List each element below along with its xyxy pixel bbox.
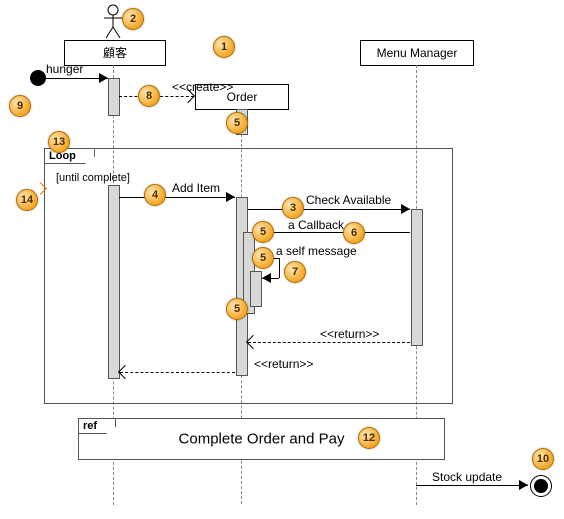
- callout-14: 14: [16, 189, 38, 211]
- msg-return1: <<return>>: [320, 327, 379, 341]
- callout-9: 9: [9, 95, 31, 117]
- arrow-return1: [248, 342, 410, 343]
- arrowhead-hunger: [99, 73, 108, 83]
- msg-stock: Stock update: [432, 470, 502, 484]
- arrowhead-stock: [519, 480, 528, 490]
- exec-customer-create: [108, 78, 120, 116]
- callout-3: 3: [282, 197, 304, 219]
- arrowhead-additem: [226, 192, 235, 202]
- msg-additem: Add Item: [172, 181, 220, 195]
- exec-menu: [411, 209, 423, 346]
- lifeline-customer-label: 顧客: [103, 46, 127, 60]
- arrow-callback: [255, 232, 410, 233]
- arrow-return2: [120, 372, 235, 373]
- exec-order-self: [250, 271, 262, 307]
- arrowhead-self: [262, 273, 271, 283]
- msg-self: a self message: [276, 244, 357, 258]
- lifeline-menu: Menu Manager: [360, 40, 474, 66]
- callout-1: 1: [213, 36, 235, 58]
- self-seg2: [279, 258, 280, 278]
- callout-5a: 5: [226, 112, 248, 134]
- callout-4: 4: [144, 184, 166, 206]
- arrow-check: [248, 209, 410, 210]
- arrow-stock: [416, 485, 528, 486]
- lifeline-menu-label: Menu Manager: [377, 46, 458, 60]
- msg-callback: a Callback: [288, 218, 344, 232]
- callout-13: 13: [48, 131, 70, 153]
- callout-5c: 5: [252, 247, 274, 269]
- callout-5d: 5: [226, 298, 248, 320]
- found-message-start: [30, 70, 46, 86]
- callout-8: 8: [138, 85, 160, 107]
- callout-10: 10: [532, 448, 554, 470]
- actor-icon: [104, 4, 122, 38]
- callout-7: 7: [284, 261, 306, 283]
- callout-6: 6: [343, 222, 365, 244]
- msg-check: Check Available: [306, 193, 391, 207]
- msg-return2: <<return>>: [254, 357, 313, 371]
- callout-2: 2: [122, 8, 144, 30]
- loop-guard: [until complete]: [56, 172, 130, 184]
- arrowhead-check: [401, 204, 410, 214]
- callout-12: 12: [358, 427, 380, 449]
- ref-fragment: ref Complete Order and Pay: [78, 418, 445, 460]
- sequence-diagram: { "lifelines": { "customer": "顧客", "orde…: [0, 0, 564, 519]
- ref-label: Complete Order and Pay: [79, 431, 444, 448]
- msg-hunger: hunger: [46, 62, 83, 76]
- lost-message-end: [530, 475, 552, 497]
- callout-5b: 5: [252, 221, 274, 243]
- msg-create: <<create>>: [172, 80, 233, 94]
- exec-customer-loop: [108, 185, 120, 379]
- arrow-additem: [119, 197, 235, 198]
